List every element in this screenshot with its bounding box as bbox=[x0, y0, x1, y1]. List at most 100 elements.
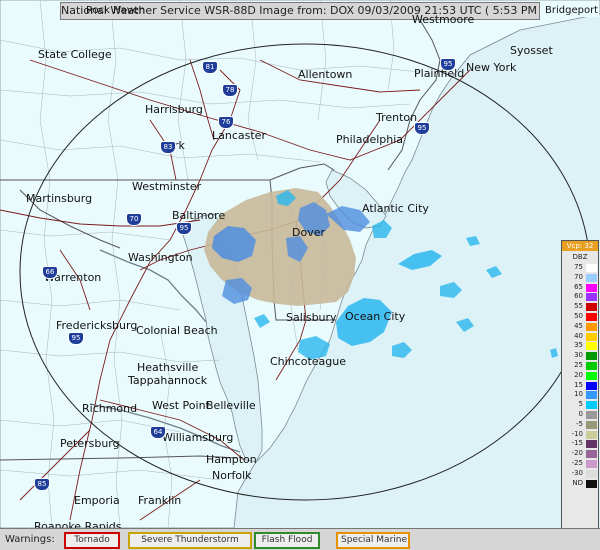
legend-swatch bbox=[586, 293, 597, 302]
legend-value: 45 bbox=[574, 321, 583, 330]
legend-swatch bbox=[586, 381, 597, 390]
legend-swatch bbox=[586, 391, 597, 400]
city-label: Richmond bbox=[82, 402, 138, 415]
interstate-shield-icon: 70 bbox=[126, 213, 142, 226]
legend-swatch bbox=[586, 352, 597, 361]
interstate-shield-icon: 95 bbox=[68, 332, 84, 345]
legend-value: -5 bbox=[576, 419, 583, 428]
city-label: Ocean City bbox=[345, 310, 406, 323]
city-label: Baltimore bbox=[172, 209, 226, 222]
legend-swatch bbox=[586, 361, 597, 370]
legend-entry: 0 bbox=[562, 410, 598, 420]
legend-value: 35 bbox=[574, 341, 583, 350]
city-label: Harrisburg bbox=[145, 103, 203, 116]
legend-value: 30 bbox=[574, 351, 583, 360]
legend-entry: -20 bbox=[562, 449, 598, 459]
city-label: Atlantic City bbox=[362, 202, 429, 215]
city-label: Tappahannock bbox=[128, 374, 208, 387]
legend-entry: -15 bbox=[562, 439, 598, 449]
legend-entry: 75 bbox=[562, 263, 598, 273]
legend-value: 55 bbox=[574, 302, 583, 311]
city-label: Martinsburg bbox=[26, 192, 93, 205]
legend-swatch bbox=[586, 332, 597, 341]
legend-entry: 65 bbox=[562, 283, 598, 293]
interstate-shield-icon: 95 bbox=[176, 222, 192, 235]
legend-entry: 15 bbox=[562, 381, 598, 391]
interstate-shield-icon: 85 bbox=[34, 478, 50, 491]
legend-swatch bbox=[586, 450, 597, 459]
city-label: Franklin bbox=[138, 494, 182, 507]
city-label: Chincoteague bbox=[270, 355, 347, 368]
legend-swatch bbox=[586, 273, 597, 282]
legend-value: 10 bbox=[574, 390, 583, 399]
legend-swatch bbox=[586, 371, 597, 380]
legend-entry: 35 bbox=[562, 341, 598, 351]
legend-value: -20 bbox=[571, 449, 583, 458]
legend-value: -25 bbox=[571, 458, 583, 467]
legend-swatch bbox=[586, 264, 597, 272]
interstate-shield-icon: 95 bbox=[414, 122, 430, 135]
city-label: West Point bbox=[152, 399, 210, 412]
warning-toggle-tornado[interactable]: Tornado bbox=[64, 532, 120, 549]
legend-value: 20 bbox=[574, 370, 583, 379]
legend-scale: 75 70 65 60 55 50 45 40 35 30 25 20 15 10 5 0 -5 -10 -15 -2… bbox=[562, 263, 598, 488]
legend-value: -10 bbox=[571, 429, 583, 438]
legend-value: 40 bbox=[574, 331, 583, 340]
legend-entry: 45 bbox=[562, 322, 598, 332]
warnings-bar: Warnings: Tornado Severe Thunderstorm Flas… bbox=[0, 528, 600, 550]
legend-entry: 40 bbox=[562, 332, 598, 342]
warning-toggle-special-marine[interactable]: Special Marine bbox=[336, 532, 410, 549]
legend-entry: 30 bbox=[562, 351, 598, 361]
legend-swatch bbox=[586, 410, 597, 419]
city-label: Belleville bbox=[206, 399, 256, 412]
legend-swatch bbox=[586, 342, 597, 351]
city-label: Dover bbox=[292, 226, 325, 239]
legend-entry: 70 bbox=[562, 273, 598, 283]
city-label: New York bbox=[466, 61, 517, 74]
legend-entry: 5 bbox=[562, 400, 598, 410]
city-label: Salisbury bbox=[286, 311, 337, 324]
dbz-unit-label: DBZ bbox=[572, 253, 588, 261]
radar-map-viewer: National Weather Service WSR-88D Image f… bbox=[0, 0, 600, 550]
legend-value: -15 bbox=[571, 439, 583, 448]
legend-value: -30 bbox=[571, 468, 583, 477]
city-label: Allentown bbox=[298, 68, 353, 81]
interstate-shield-icon: 66 bbox=[42, 266, 58, 279]
legend-entry: -5 bbox=[562, 420, 598, 430]
legend-swatch bbox=[586, 312, 597, 321]
legend-swatch bbox=[586, 303, 597, 312]
legend-entry: 50 bbox=[562, 312, 598, 322]
legend-swatch bbox=[586, 283, 597, 292]
interstate-shield-icon: 95 bbox=[440, 58, 456, 71]
legend-swatch bbox=[586, 420, 597, 429]
interstate-shield-icon: 64 bbox=[150, 426, 166, 439]
interstate-shield-icon: 78 bbox=[222, 84, 238, 97]
city-label: Syosset bbox=[510, 44, 553, 57]
legend-entry: 25 bbox=[562, 361, 598, 371]
city-label: Colonial Beach bbox=[136, 324, 218, 337]
legend-entry: -25 bbox=[562, 459, 598, 469]
legend-entry: 55 bbox=[562, 302, 598, 312]
warning-toggle-flash-flood[interactable]: Flash Flood bbox=[254, 532, 320, 549]
warning-toggle-severe-thunderstorm[interactable]: Severe Thunderstorm bbox=[128, 532, 252, 549]
city-label: Heathsville bbox=[137, 361, 199, 374]
legend-value: 65 bbox=[574, 282, 583, 291]
city-label: Rock Haven bbox=[86, 5, 146, 16]
reflectivity-legend: Vcp: 32 DBZ 75 70 65 60 55 50 45 40 35 30 25 20 15 10… bbox=[561, 240, 599, 542]
legend-value: 70 bbox=[574, 272, 583, 281]
city-label: Westmoore bbox=[412, 13, 475, 26]
legend-value: 60 bbox=[574, 292, 583, 301]
interstate-shield-icon: 83 bbox=[160, 141, 176, 154]
legend-value: ND bbox=[572, 478, 583, 487]
legend-entry: 20 bbox=[562, 371, 598, 381]
legend-swatch bbox=[586, 401, 597, 410]
city-label: Emporia bbox=[74, 494, 120, 507]
warnings-label: Warnings: bbox=[5, 534, 55, 545]
legend-entry: ND bbox=[562, 479, 598, 489]
city-label: Philadelphia bbox=[336, 133, 404, 146]
vcp-label: Vcp: 32 bbox=[562, 241, 598, 251]
city-label: Fredericksburg bbox=[56, 319, 138, 332]
legend-swatch bbox=[586, 469, 597, 478]
legend-swatch bbox=[586, 459, 597, 468]
city-label: Bridgeport bbox=[544, 5, 600, 17]
